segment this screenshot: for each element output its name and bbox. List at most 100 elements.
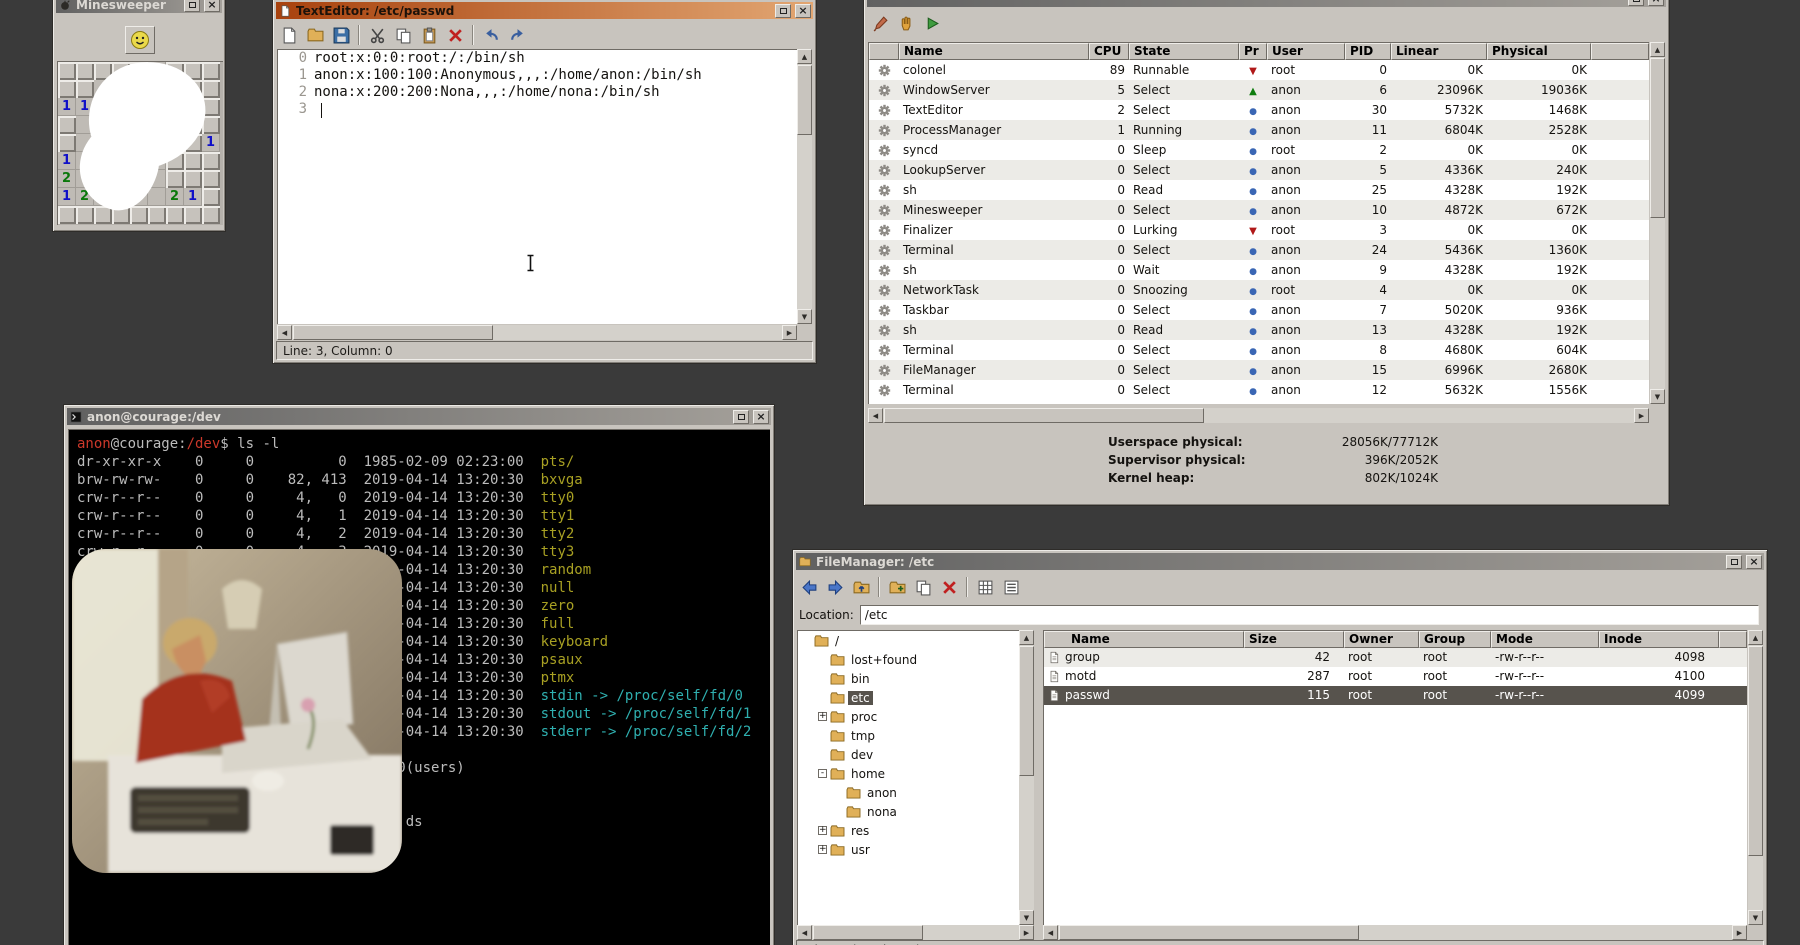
process-row[interactable]: Terminal 0 Select ● anon 8 4680K 604K <box>869 340 1649 360</box>
open-document-icon[interactable] <box>303 23 327 47</box>
scroll-track[interactable] <box>1650 57 1665 389</box>
column-header[interactable]: Physical <box>1487 43 1591 60</box>
paste-icon[interactable] <box>417 23 441 47</box>
column-header[interactable]: Linear <box>1391 43 1487 60</box>
process-table-vertical-scrollbar[interactable]: ▲ ▼ <box>1650 42 1665 404</box>
forward-icon[interactable] <box>823 575 847 599</box>
file-list-vertical-scrollbar[interactable]: ▲ ▼ <box>1748 630 1763 925</box>
undo-icon[interactable] <box>479 23 503 47</box>
scroll-track[interactable] <box>1748 645 1763 910</box>
scroll-track[interactable] <box>812 925 1019 940</box>
tree-item[interactable]: + proc <box>798 707 1019 726</box>
minesweeper-cell[interactable] <box>184 206 202 224</box>
scroll-thumb[interactable] <box>797 65 812 135</box>
tree-expander[interactable]: + <box>818 712 827 721</box>
minesweeper-cell[interactable] <box>76 80 94 98</box>
minesweeper-cell[interactable] <box>58 134 76 152</box>
tree-item[interactable]: bin <box>798 669 1019 688</box>
process-row[interactable]: sh 0 Read ● anon 25 4328K 192K <box>869 180 1649 200</box>
minesweeper-cell[interactable] <box>58 62 76 80</box>
process-row[interactable]: Taskbar 0 Select ● anon 7 5020K 936K <box>869 300 1649 320</box>
minesweeper-cell[interactable] <box>58 116 76 134</box>
process-row[interactable]: FileManager 0 Select ● anon 15 6996K 268… <box>869 360 1649 380</box>
process-row[interactable]: LookupServer 0 Select ● anon 5 4336K 240… <box>869 160 1649 180</box>
tree-item[interactable]: + usr <box>798 840 1019 859</box>
delete-icon[interactable] <box>443 23 467 47</box>
tree-item[interactable]: anon <box>798 783 1019 802</box>
scroll-up-icon[interactable]: ▲ <box>1019 630 1034 645</box>
texteditor-titlebar[interactable]: TextEditor: /etc/passwd × <box>276 2 813 19</box>
minesweeper-cell[interactable]: 1 <box>184 188 202 206</box>
column-header[interactable]: Size <box>1244 631 1344 648</box>
scroll-track[interactable] <box>797 64 812 309</box>
list-view-icon[interactable] <box>999 575 1023 599</box>
maximize-button[interactable] <box>775 4 791 18</box>
copy-icon[interactable] <box>391 23 415 47</box>
process-row[interactable]: Terminal 0 Select ● anon 12 5632K 1556K <box>869 380 1649 400</box>
tree-item[interactable]: tmp <box>798 726 1019 745</box>
minesweeper-cell[interactable] <box>202 62 220 80</box>
scroll-track[interactable] <box>1019 645 1034 910</box>
minesweeper-cell[interactable]: 2 <box>166 188 184 206</box>
tree-expander[interactable]: - <box>818 769 827 778</box>
new-directory-icon[interactable] <box>885 575 909 599</box>
scroll-left-icon[interactable]: ◀ <box>797 925 812 940</box>
column-header[interactable]: User <box>1267 43 1345 60</box>
close-icon[interactable]: × <box>204 0 220 12</box>
scroll-down-icon[interactable]: ▼ <box>797 309 812 324</box>
scroll-down-icon[interactable]: ▼ <box>1650 389 1665 404</box>
maximize-button[interactable] <box>184 0 200 12</box>
scroll-track[interactable] <box>1058 925 1732 940</box>
scroll-left-icon[interactable]: ◀ <box>868 408 883 423</box>
minesweeper-cell[interactable]: 1 <box>58 188 76 206</box>
tree-item[interactable]: nona <box>798 802 1019 821</box>
tree-item[interactable]: lost+found <box>798 650 1019 669</box>
minesweeper-cell[interactable] <box>148 188 166 206</box>
process-row[interactable]: colonel 89 Runnable ▼ root 0 0K 0K <box>869 60 1649 80</box>
copy-icon[interactable] <box>911 575 935 599</box>
column-header[interactable]: Owner <box>1344 631 1419 648</box>
save-document-icon[interactable] <box>329 23 353 47</box>
scroll-left-icon[interactable]: ◀ <box>1043 925 1058 940</box>
scroll-track[interactable] <box>292 325 782 340</box>
minesweeper-cell[interactable] <box>202 170 220 188</box>
maximize-button[interactable] <box>1726 555 1742 569</box>
scroll-thumb[interactable] <box>1650 58 1665 218</box>
column-header[interactable]: Mode <box>1491 631 1599 648</box>
scroll-thumb[interactable] <box>813 925 923 940</box>
close-icon[interactable]: × <box>795 4 811 18</box>
tree-item[interactable]: + res <box>798 821 1019 840</box>
tree-vertical-scrollbar[interactable]: ▲ ▼ <box>1019 630 1034 925</box>
texteditor-horizontal-scrollbar[interactable]: ◀ ▶ <box>277 325 797 340</box>
minesweeper-cell[interactable] <box>184 170 202 188</box>
pane-splitter[interactable] <box>1034 630 1043 940</box>
tree-item[interactable]: dev <box>798 745 1019 764</box>
minesweeper-cell[interactable] <box>130 206 148 224</box>
minesweeper-cell[interactable]: 1 <box>58 98 76 116</box>
location-input[interactable] <box>860 605 1759 625</box>
process-row[interactable]: Terminal 0 Select ● anon 24 5436K 1360K <box>869 240 1649 260</box>
minesweeper-cell[interactable]: 1 <box>58 152 76 170</box>
column-header[interactable]: CPU <box>1089 43 1129 60</box>
scroll-track[interactable] <box>883 408 1634 423</box>
column-header[interactable]: State <box>1129 43 1239 60</box>
minesweeper-cell[interactable] <box>202 188 220 206</box>
back-icon[interactable] <box>797 575 821 599</box>
scroll-thumb[interactable] <box>1019 646 1034 776</box>
tree-expander[interactable]: + <box>818 845 827 854</box>
column-header[interactable]: Pr <box>1239 43 1267 60</box>
terminal-titlebar[interactable]: anon@courage:/dev × <box>67 408 771 425</box>
minesweeper-cell[interactable] <box>166 206 184 224</box>
minesweeper-cell[interactable] <box>202 152 220 170</box>
cut-icon[interactable] <box>365 23 389 47</box>
table-view-icon[interactable] <box>973 575 997 599</box>
file-list-horizontal-scrollbar[interactable]: ◀ ▶ <box>1043 925 1747 940</box>
minesweeper-cell[interactable] <box>184 152 202 170</box>
new-document-icon[interactable] <box>277 23 301 47</box>
scroll-left-icon[interactable]: ◀ <box>277 325 292 340</box>
parent-directory-icon[interactable] <box>849 575 873 599</box>
scroll-down-icon[interactable]: ▼ <box>1019 910 1034 925</box>
scroll-up-icon[interactable]: ▲ <box>1748 630 1763 645</box>
scroll-down-icon[interactable]: ▼ <box>1748 910 1763 925</box>
scroll-up-icon[interactable]: ▲ <box>797 49 812 64</box>
